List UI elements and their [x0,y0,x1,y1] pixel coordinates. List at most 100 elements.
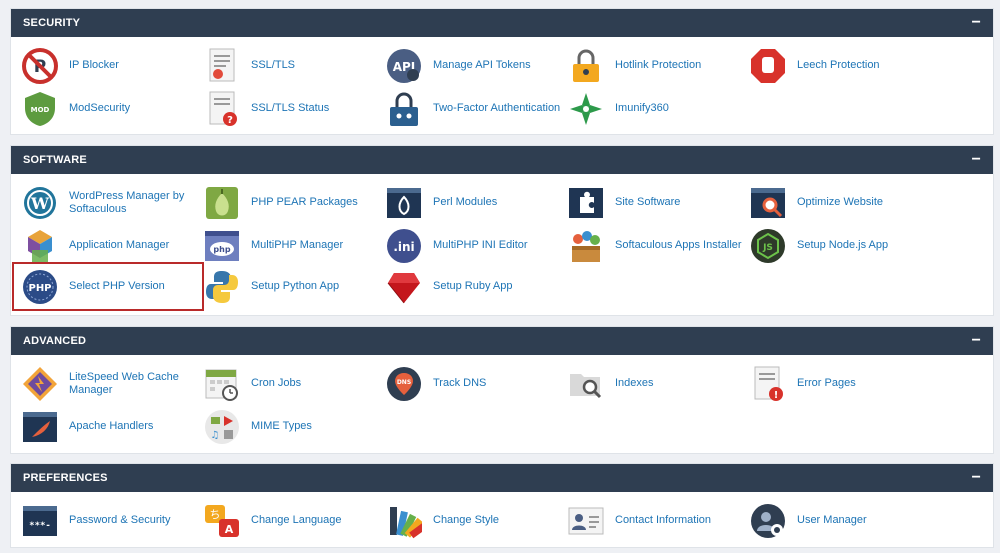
user-manager-icon [749,502,787,540]
two-factor-authentication-link[interactable]: Two-Factor Authentication [385,88,565,129]
modsecurity-link[interactable]: MOD ModSecurity [21,88,201,129]
imunify360-label: Imunify360 [615,102,669,114]
wordpress-manager-link[interactable]: W WordPress Manager by Softaculous [21,182,201,223]
calendar-clock-icon [203,365,241,403]
softaculous-apps-installer-link[interactable]: Softaculous Apps Installer [567,225,747,266]
indexes-link[interactable]: Indexes [567,363,747,404]
select-php-version-link[interactable]: PHP Select PHP Version [21,266,201,307]
two-factor-authentication-label: Two-Factor Authentication [433,102,561,114]
svg-text:♫: ♫ [211,430,220,441]
collapse-icon[interactable]: − [971,470,981,486]
imunify360-link[interactable]: Imunify360 [567,88,747,129]
mime-types-link[interactable]: ♫ MIME Types [203,406,383,447]
optimize-website-link[interactable]: Optimize Website [749,182,929,223]
svg-text:JS: JS [762,243,773,253]
security-title: SECURITY [23,17,81,29]
ip-blocker-label: IP Blocker [69,59,119,71]
mod-icon-text: MOD [31,106,50,114]
cubes-icon [21,227,59,265]
setup-nodejs-app-link[interactable]: JS Setup Node.js App [749,225,929,266]
setup-ruby-app-link[interactable]: Setup Ruby App [385,266,565,307]
track-dns-link[interactable]: DNS Track DNS [385,363,565,404]
ip-blocker-link[interactable]: P IP Blocker [21,45,201,86]
password-security-link[interactable]: ***- Password & Security [21,500,201,541]
litespeed-cache-link[interactable]: LiteSpeed Web Cache Manager [21,363,201,404]
multiphp-ini-editor-label: MultiPHP INI Editor [433,239,528,251]
site-software-link[interactable]: Site Software [567,182,747,223]
perl-onion-icon [385,184,423,222]
stop-hand-icon [749,47,787,85]
error-pages-label: Error Pages [797,377,856,389]
ruby-icon [385,268,423,306]
manage-api-tokens-link[interactable]: API Manage API Tokens [385,45,565,86]
php-icon-text: PHP [28,283,51,294]
manage-api-tokens-label: Manage API Tokens [433,59,531,71]
user-manager-link[interactable]: User Manager [749,500,929,541]
password-icon-text: ***- [29,521,51,531]
hotlink-protection-link[interactable]: Hotlink Protection [567,45,747,86]
collapse-icon[interactable]: − [971,333,981,349]
change-language-link[interactable]: ちA Change Language [203,500,383,541]
advanced-header[interactable]: ADVANCED − [11,327,993,355]
folder-search-icon [567,365,605,403]
wordpress-manager-label: WordPress Manager by Softaculous [69,189,185,215]
imunify-icon [567,90,605,128]
perl-modules-link[interactable]: Perl Modules [385,182,565,223]
multiphp-icon-text: php [213,245,230,254]
software-title: SOFTWARE [23,154,87,166]
preferences-title: PREFERENCES [23,472,108,484]
wordpress-icon: W [21,184,59,222]
ssl-tls-label: SSL/TLS [251,59,296,71]
collapse-icon[interactable]: − [971,152,981,168]
php-icon: PHP [21,268,59,306]
shield-icon: MOD [21,90,59,128]
preferences-header[interactable]: PREFERENCES − [11,464,993,492]
leech-protection-link[interactable]: Leech Protection [749,45,929,86]
language-icon-text-b: ち [210,508,221,521]
language-icon-text-a: A [225,523,234,536]
setup-ruby-app-label: Setup Ruby App [433,280,513,292]
security-header[interactable]: SECURITY − [11,9,993,37]
multiphp-manager-label: MultiPHP Manager [251,239,344,251]
setup-python-app-link[interactable]: Setup Python App [203,266,383,307]
php-pear-packages-link[interactable]: PHP PEAR Packages [203,182,383,223]
ssl-tls-status-label: SSL/TLS Status [251,102,330,114]
api-icon: API [385,47,423,85]
apache-handlers-link[interactable]: Apache Handlers [21,406,201,447]
advanced-title: ADVANCED [23,335,87,347]
ssl-tls-link[interactable]: SSL/TLS [203,45,383,86]
ini-icon-text: .ini [393,240,414,254]
cron-jobs-link[interactable]: Cron Jobs [203,363,383,404]
multiphp-ini-editor-link[interactable]: .ini MultiPHP INI Editor [385,225,565,266]
magnifier-window-icon [749,184,787,222]
ini-icon: .ini [385,227,423,265]
collapse-icon[interactable]: − [971,15,981,31]
padlock-icon [567,47,605,85]
software-panel: SOFTWARE − W WordPress Manager by Softac… [10,145,994,316]
svg-text:W: W [30,194,50,213]
error-page-icon: ! [749,365,787,403]
perl-modules-label: Perl Modules [433,196,498,208]
software-header[interactable]: SOFTWARE − [11,146,993,174]
dns-icon-text: DNS [397,379,411,386]
multiphp-manager-link[interactable]: php MultiPHP Manager [203,225,383,266]
litespeed-icon [21,365,59,403]
multiphp-icon: php [203,227,241,265]
php-pear-packages-label: PHP PEAR Packages [251,196,358,208]
contact-card-icon [567,502,605,540]
mime-types-label: MIME Types [251,420,312,432]
python-icon [203,268,241,306]
optimize-website-label: Optimize Website [797,196,883,208]
apache-feather-icon [21,408,59,446]
indexes-label: Indexes [615,377,654,389]
ip-blocker-icon: P [21,47,59,85]
softaculous-box-icon [567,227,605,265]
application-manager-link[interactable]: Application Manager [21,225,201,266]
contact-information-link[interactable]: Contact Information [567,500,747,541]
change-style-link[interactable]: Change Style [385,500,565,541]
ssl-tls-status-link[interactable]: ? SSL/TLS Status [203,88,383,129]
error-pages-link[interactable]: ! Error Pages [749,363,929,404]
certificate-icon [203,47,241,85]
svg-text:?: ? [227,115,233,126]
setup-nodejs-app-label: Setup Node.js App [797,239,889,251]
